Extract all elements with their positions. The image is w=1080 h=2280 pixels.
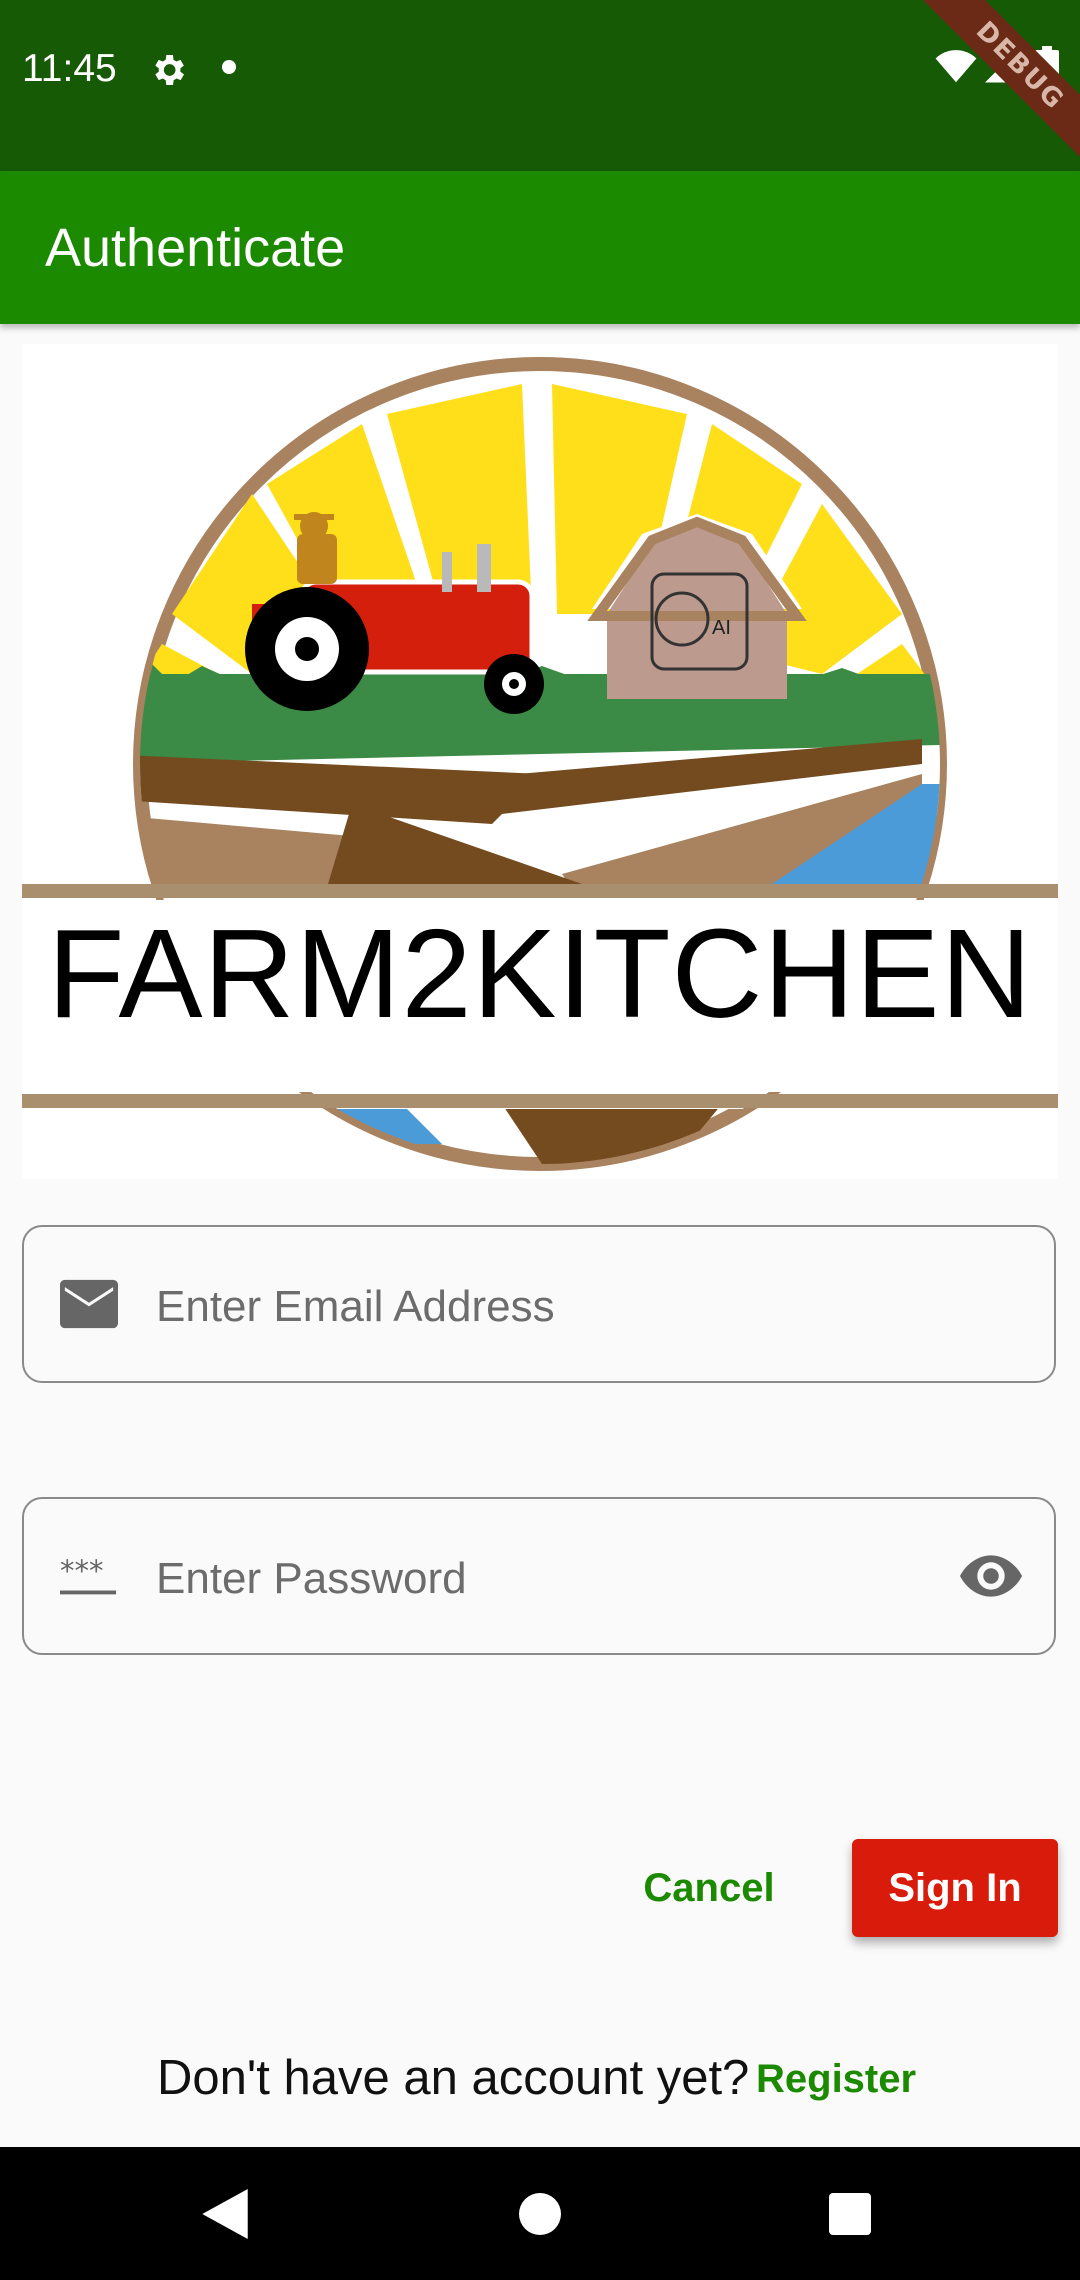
status-bar: 11:45 [0,0,1080,171]
farm2kitchen-logo: AI FARM2KITCHEN [22,344,1058,1179]
page-title: Authenticate [45,218,346,278]
mail-icon [60,1279,118,1329]
password-icon: *** [60,1554,117,1595]
wifi-icon [935,50,977,83]
back-icon[interactable] [202,2189,248,2239]
register-prompt: Don't have an account yet? [157,2051,750,2105]
eye-icon[interactable] [960,1551,1022,1601]
register-row: Don't have an account yet? Register [0,2040,1080,2110]
email-field[interactable] [22,1225,1056,1383]
recent-apps-icon[interactable] [829,2193,871,2235]
register-link[interactable]: Register [756,2054,916,2104]
sign-in-button[interactable]: Sign In [852,1839,1058,1937]
gear-icon [155,55,184,85]
app-bar: Authenticate [0,171,1080,324]
status-time: 11:45 [22,47,117,90]
logo-title: FARM2KITCHEN [47,903,1033,1044]
svg-text:***: *** [60,1554,104,1588]
logo-illustration: AI [22,357,1058,1171]
password-field[interactable]: *** [22,1497,1056,1655]
password-input[interactable] [154,1533,858,1625]
system-nav-bar [0,2147,1080,2280]
notification-dot-icon [222,60,236,74]
email-input[interactable] [154,1261,958,1353]
home-icon[interactable] [519,2193,561,2235]
cancel-button[interactable]: Cancel [628,1839,790,1937]
ai-badge-text: AI [712,617,731,639]
